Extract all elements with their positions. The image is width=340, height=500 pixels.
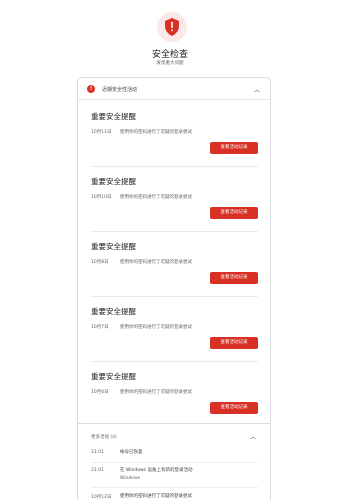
event-time: 10月12日 xyxy=(91,495,112,500)
alert-title: 重要安全提醒 xyxy=(91,242,136,251)
page-title: 安全检查 xyxy=(151,50,188,60)
alert-description: 使用你的密码进行了可疑的登录尝试 xyxy=(120,195,192,200)
alert-item: 重要安全提醒 10月11日 使用你的密码进行了可疑的登录尝试 查看活动记录 xyxy=(78,102,270,167)
alert-description: 使用你的密码进行了可疑的登录尝试 xyxy=(120,260,192,265)
event-text: 在 Windows 设备上有新的登录活动 xyxy=(120,468,193,473)
divider xyxy=(91,487,258,488)
alert-date: 10月10日 xyxy=(91,195,112,200)
event-text: 使用你的密码进行了可疑的登录尝试 xyxy=(120,494,192,499)
more-activity-section: 更多活动 (4) ︿ 21:01 帐号已恢复 21:01 在 Windows 设… xyxy=(78,423,270,500)
alert-description: 使用你的密码进行了可疑的登录尝试 xyxy=(120,325,192,330)
view-activity-button[interactable]: 查看活动记录 xyxy=(210,207,258,219)
page-header: 安全检查 发现重大问题 xyxy=(0,0,340,74)
alert-item: 重要安全提醒 10月10日 使用你的密码进行了可疑的登录尝试 查看活动记录 xyxy=(78,167,270,232)
alert-title: 重要安全提醒 xyxy=(91,112,136,121)
view-activity-button[interactable]: 查看活动记录 xyxy=(210,337,258,349)
alert-date: 10月8日 xyxy=(91,260,109,265)
shield-alert-icon xyxy=(165,18,179,36)
security-card: ! 近期安全性活动 ︿ 重要安全提醒 10月11日 使用你的密码进行了可疑的登录… xyxy=(77,77,271,500)
alert-title: 重要安全提醒 xyxy=(91,177,136,186)
alert-date: 10月7日 xyxy=(91,325,109,330)
recent-activity-header[interactable]: ! 近期安全性活动 ︿ xyxy=(78,78,270,100)
alert-date: 10月11日 xyxy=(91,130,112,135)
chevron-up-icon[interactable]: ︿ xyxy=(254,85,260,94)
alert-title: 重要安全提醒 xyxy=(91,307,136,316)
view-activity-button[interactable]: 查看活动记录 xyxy=(210,402,258,414)
view-activity-button[interactable]: 查看活动记录 xyxy=(210,142,258,154)
page-subtitle: 发现重大问题 xyxy=(156,61,184,66)
alert-item: 重要安全提醒 10月7日 使用你的密码进行了可疑的登录尝试 查看活动记录 xyxy=(78,297,270,362)
event-time: 21:01 xyxy=(91,468,104,473)
divider xyxy=(91,462,258,463)
alert-title: 重要安全提醒 xyxy=(91,372,136,381)
view-activity-button[interactable]: 查看活动记录 xyxy=(210,272,258,284)
event-text: 帐号已恢复 xyxy=(120,450,143,455)
alert-badge-icon: ! xyxy=(87,85,95,93)
shield-badge xyxy=(157,12,187,42)
event-time: 21:01 xyxy=(91,450,104,455)
alert-date: 10月6日 xyxy=(91,390,109,395)
alert-description: 使用你的密码进行了可疑的登录尝试 xyxy=(120,130,192,135)
recent-activity-title: 近期安全性活动 xyxy=(102,87,138,93)
event-detail: Windows xyxy=(120,476,141,481)
alert-item: 重要安全提醒 10月8日 使用你的密码进行了可疑的登录尝试 查看活动记录 xyxy=(78,232,270,297)
chevron-up-icon[interactable]: ︿ xyxy=(250,432,256,441)
more-activity-title[interactable]: 更多活动 (4) xyxy=(91,434,117,440)
alert-description: 使用你的密码进行了可疑的登录尝试 xyxy=(120,390,192,395)
alert-item: 重要安全提醒 10月6日 使用你的密码进行了可疑的登录尝试 查看活动记录 xyxy=(78,362,270,427)
